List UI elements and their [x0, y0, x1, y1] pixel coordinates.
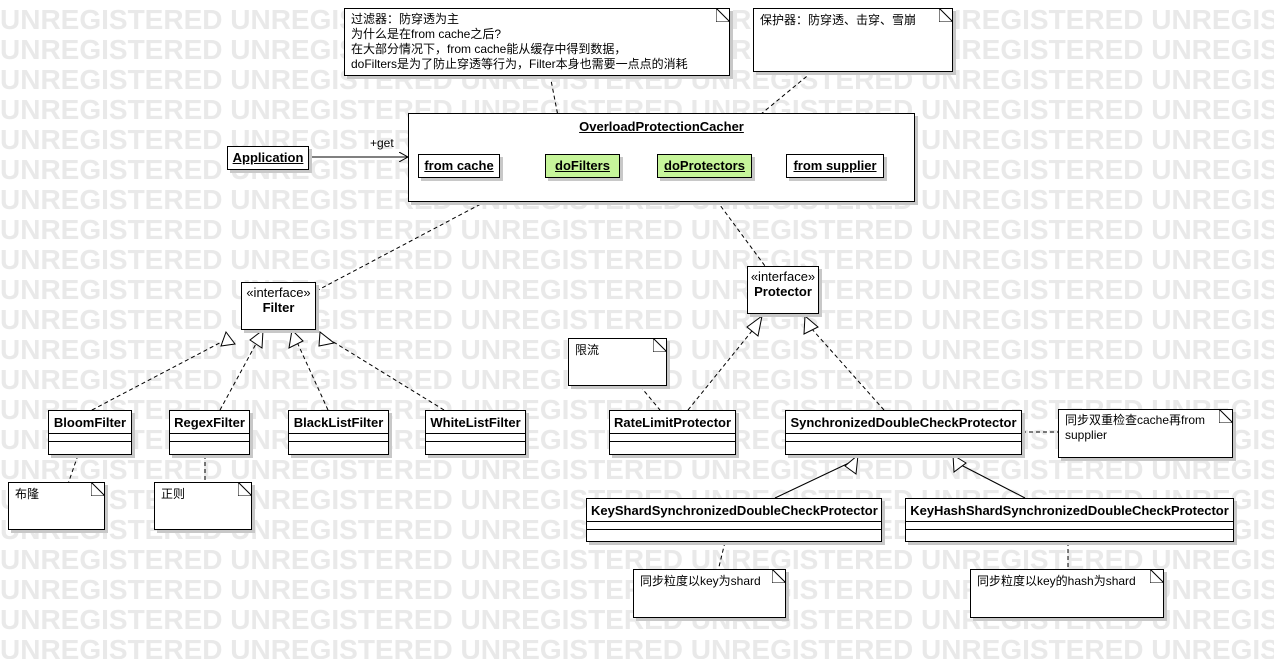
filter-note-line: 在大部分情况下，from cache能从缓存中得到数据，	[351, 42, 627, 56]
doprotectors-label: doProtectors	[664, 158, 745, 173]
connector-lines	[67, 71, 1069, 572]
keyshard-note-anchor	[717, 541, 726, 572]
sync-note-line: supplier	[1065, 428, 1108, 442]
regexfilter-name: RegexFilter	[174, 415, 245, 430]
ratelimitprotector-class[interactable]: RateLimitProtector	[609, 410, 736, 455]
cacher-title: OverloadProtectionCacher	[579, 119, 744, 134]
from-cache-label: from cache	[424, 158, 494, 173]
sync-note-line: 同步双重检查cache再from	[1065, 413, 1206, 427]
dofilters-label: doFilters	[555, 158, 610, 173]
syncdoublecheck-class[interactable]: SynchronizedDoubleCheckProtector	[785, 410, 1022, 455]
keyshard-name: KeyShardSynchronizedDoubleCheckProtector	[591, 503, 878, 518]
dofilters-step[interactable]: doFilters	[545, 154, 620, 178]
filter-note-line: doFilters是为了防止穿透等行为，Filter本身也需要一点点的消耗	[351, 57, 688, 71]
filter-name: Filter	[262, 300, 295, 315]
protector-note: 保护器：防穿透、击穿、雪崩	[753, 8, 953, 72]
whitelistfilter-class[interactable]: WhiteListFilter	[425, 410, 526, 455]
whitelistfilter-name: WhiteListFilter	[430, 415, 521, 430]
ratelimit-note: 限流	[568, 338, 667, 386]
keyhash-note: 同步粒度以key的hash为shard	[970, 569, 1164, 618]
application-actor[interactable]: Application	[227, 146, 309, 170]
keyshard-note: 同步粒度以key为shard	[633, 569, 786, 618]
filter-note-line: 为什么是在from cache之后?	[351, 27, 502, 41]
syncdoublecheck-name: SynchronizedDoubleCheckProtector	[790, 415, 1017, 430]
from-supplier-step[interactable]: from supplier	[786, 154, 884, 178]
doprotectors-step[interactable]: doProtectors	[657, 154, 752, 178]
filter-interface[interactable]: «interface» Filter	[241, 282, 316, 330]
keyhashshard-name: KeyHashShardSynchronizedDoubleCheckProte…	[910, 503, 1229, 518]
sync-note: 同步双重检查cache再from supplier	[1058, 409, 1233, 458]
ratelimit-note-anchor	[639, 385, 661, 411]
from-cache-step[interactable]: from cache	[418, 154, 500, 178]
from-supplier-label: from supplier	[793, 158, 877, 173]
bloomfilter-class[interactable]: BloomFilter	[48, 410, 132, 455]
blacklistfilter-class[interactable]: BlackListFilter	[288, 410, 389, 455]
protector-name: Protector	[754, 284, 812, 299]
regexfilter-class[interactable]: RegexFilter	[169, 410, 250, 455]
protector-interface[interactable]: «interface» Protector	[747, 266, 819, 314]
keyshard-class[interactable]: KeyShardSynchronizedDoubleCheckProtector	[586, 498, 882, 542]
filter-stereotype: «interface»	[246, 285, 311, 300]
bloom-note: 布隆	[8, 482, 105, 530]
application-label: Application	[232, 150, 304, 165]
bloom-note-text: 布隆	[15, 487, 40, 501]
ratelimitprotector-name: RateLimitProtector	[614, 415, 732, 430]
filter-note: 过滤器：防穿透为主 为什么是在from cache之后? 在大部分情况下，fro…	[344, 8, 730, 76]
bloom-note-anchor	[67, 454, 79, 485]
get-label: +get	[370, 136, 394, 150]
regex-note-text: 正则	[161, 487, 186, 501]
protector-stereotype: «interface»	[750, 269, 816, 284]
regex-note: 正则	[154, 482, 252, 530]
blacklistfilter-name: BlackListFilter	[293, 415, 384, 430]
keyhashshard-class[interactable]: KeyHashShardSynchronizedDoubleCheckProte…	[905, 498, 1234, 542]
keyshard-note-text: 同步粒度以key为shard	[640, 574, 761, 588]
keyhash-note-text: 同步粒度以key的hash为shard	[977, 574, 1136, 588]
ratelimit-note-text: 限流	[575, 343, 600, 357]
protector-note-text: 保护器：防穿透、击穿、雪崩	[760, 13, 917, 27]
bloomfilter-name: BloomFilter	[53, 415, 127, 430]
filter-note-line: 过滤器：防穿透为主	[351, 12, 460, 26]
